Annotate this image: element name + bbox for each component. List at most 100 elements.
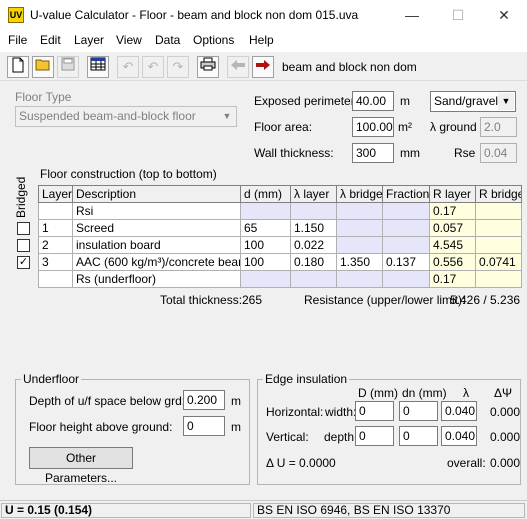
- resistance-label: Resistance (upper/lower limit):: [304, 293, 466, 307]
- rse-input[interactable]: 0.04: [480, 143, 517, 163]
- cell-layer: [38, 270, 73, 288]
- table-row[interactable]: 3 AAC (600 kg/m³)/concrete beams 100 0.1…: [38, 253, 522, 271]
- depth-input[interactable]: 0.200: [183, 390, 225, 410]
- horizontal-lambda-input[interactable]: 0.040: [441, 401, 477, 421]
- floor-area-input[interactable]: 100.00: [352, 117, 394, 137]
- column-header[interactable]: λ layer: [290, 185, 337, 203]
- cell-layer: 2: [38, 236, 73, 254]
- cell-lambda-layer[interactable]: 1.150: [290, 219, 337, 237]
- cell-lambda-bridge[interactable]: 1.350: [336, 253, 383, 271]
- save-icon[interactable]: [57, 56, 79, 78]
- table-row[interactable]: 1 Screed 65 1.150 0.057: [38, 219, 522, 237]
- floor-type-label: Floor Type: [15, 90, 72, 104]
- column-header[interactable]: Description: [72, 185, 241, 203]
- vertical-label: Vertical:: [266, 430, 309, 444]
- exposed-perimeter-input[interactable]: 40.00: [352, 91, 394, 111]
- column-header[interactable]: R layer: [429, 185, 476, 203]
- cell-d[interactable]: 100: [240, 236, 291, 254]
- floor-type-select[interactable]: Suspended beam-and-block floor ▼: [15, 106, 237, 127]
- soil-type-select[interactable]: Sand/gravel ▼: [430, 91, 516, 112]
- cell-r-layer: 4.545: [429, 236, 476, 254]
- cell-description[interactable]: Rs (underfloor): [72, 270, 241, 288]
- menu-view[interactable]: View: [116, 33, 142, 47]
- lambda-ground-input[interactable]: 2.0: [480, 117, 517, 137]
- cell-lambda-layer: [290, 270, 337, 288]
- vertical-dpsi-value: 0.000: [490, 430, 521, 444]
- menu-data[interactable]: Data: [155, 33, 180, 47]
- cell-r-bridge: [475, 270, 522, 288]
- cell-d[interactable]: 65: [240, 219, 291, 237]
- cell-lambda-bridge: [336, 236, 383, 254]
- menu-edit[interactable]: Edit: [40, 33, 61, 47]
- floor-height-unit: m: [231, 420, 241, 434]
- cell-description[interactable]: Rsi: [72, 202, 241, 220]
- table-icon[interactable]: [87, 56, 109, 78]
- redo-icon[interactable]: ↷: [167, 56, 189, 78]
- print-icon[interactable]: [197, 56, 219, 78]
- cell-r-bridge: [475, 219, 522, 237]
- bridged-checkbox-layer-3[interactable]: ✓: [17, 256, 30, 269]
- bridged-checkbox-layer-1[interactable]: [17, 222, 30, 235]
- cell-layer: 3: [38, 253, 73, 271]
- cell-r-bridge: [475, 236, 522, 254]
- chevron-down-icon: ▼: [498, 93, 514, 110]
- other-parameters-button[interactable]: Other Parameters...: [29, 447, 133, 485]
- table-row[interactable]: 2 insulation board 100 0.022 4.545: [38, 236, 522, 254]
- resistance-value: 5.426 / 5.236: [450, 293, 521, 307]
- undo-icon[interactable]: ↶: [117, 56, 139, 78]
- cell-d: [240, 202, 291, 220]
- cell-lambda-bridge: [336, 202, 383, 220]
- new-file-icon[interactable]: [7, 56, 29, 78]
- back-arrow-icon[interactable]: [227, 56, 249, 78]
- exposed-perimeter-unit: m: [400, 94, 410, 108]
- cell-r-bridge: 0.0741: [475, 253, 522, 271]
- column-header[interactable]: R bridge: [475, 185, 522, 203]
- floor-height-input[interactable]: 0: [183, 416, 225, 436]
- wall-thickness-label: Wall thickness:: [254, 146, 334, 160]
- column-header[interactable]: Layer: [38, 185, 73, 203]
- cell-fraction[interactable]: 0.137: [382, 253, 430, 271]
- menu-help[interactable]: Help: [249, 33, 274, 47]
- vertical-d-input[interactable]: 0: [355, 426, 394, 446]
- column-header[interactable]: λ bridge: [336, 185, 383, 203]
- table-row[interactable]: Rsi 0.17: [38, 202, 522, 220]
- minimize-button[interactable]: —: [389, 0, 435, 30]
- cell-description[interactable]: insulation board: [72, 236, 241, 254]
- cell-description[interactable]: Screed: [72, 219, 241, 237]
- total-thickness-value: 265: [242, 293, 263, 307]
- bridged-checkbox-layer-2[interactable]: [17, 239, 30, 252]
- menu-options[interactable]: Options: [193, 33, 234, 47]
- menu-bar: File Edit Layer View Data Options Help: [0, 30, 527, 52]
- cell-fraction: [382, 270, 430, 288]
- cell-lambda-layer[interactable]: 0.180: [290, 253, 337, 271]
- floor-area-label: Floor area:: [254, 120, 313, 134]
- column-header[interactable]: d (mm): [240, 185, 291, 203]
- forward-arrow-icon[interactable]: [252, 56, 274, 78]
- construction-table: Layer Description d (mm) λ layer λ bridg…: [38, 185, 522, 288]
- horizontal-dn-input[interactable]: 0: [399, 401, 438, 421]
- horizontal-dpsi-value: 0.000: [490, 405, 521, 419]
- vertical-lambda-input[interactable]: 0.040: [441, 426, 477, 446]
- maximize-button[interactable]: ☐: [435, 0, 481, 30]
- depth-unit: m: [231, 394, 241, 408]
- open-folder-icon[interactable]: [32, 56, 54, 78]
- undo-all-icon[interactable]: ↶: [142, 56, 164, 78]
- underfloor-title: Underfloor: [21, 372, 82, 386]
- column-header[interactable]: Fraction: [382, 185, 430, 203]
- cell-description[interactable]: AAC (600 kg/m³)/concrete beams: [72, 253, 241, 271]
- cell-lambda-layer[interactable]: 0.022: [290, 236, 337, 254]
- menu-layer[interactable]: Layer: [74, 33, 104, 47]
- floor-type-value: Suspended beam-and-block floor: [19, 109, 196, 123]
- wall-thickness-input[interactable]: 300: [352, 143, 394, 163]
- cell-d[interactable]: 100: [240, 253, 291, 271]
- app-icon: UV: [8, 7, 24, 23]
- horizontal-d-input[interactable]: 0: [355, 401, 394, 421]
- table-row[interactable]: Rs (underfloor) 0.17: [38, 270, 522, 288]
- menu-file[interactable]: File: [8, 33, 27, 47]
- cell-r-layer: 0.17: [429, 270, 476, 288]
- exposed-perimeter-label: Exposed perimeter:: [254, 94, 359, 108]
- vertical-dn-input[interactable]: 0: [399, 426, 438, 446]
- close-button[interactable]: ✕: [481, 0, 527, 30]
- u-value-status: U = 0.15 (0.154): [1, 503, 251, 518]
- cell-lambda-bridge: [336, 219, 383, 237]
